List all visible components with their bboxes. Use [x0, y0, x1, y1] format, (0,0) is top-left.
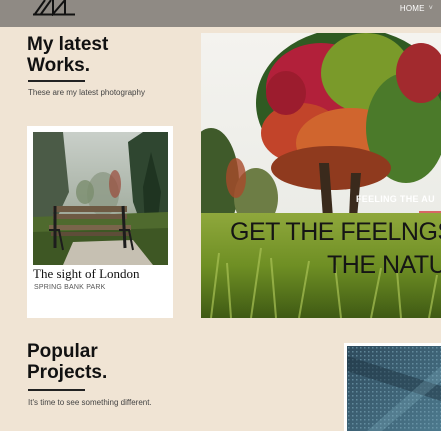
top-navbar: HOME ˅ [0, 0, 441, 27]
park-bench-photo[interactable] [33, 132, 168, 265]
latest-divider [28, 80, 85, 82]
hero-banner[interactable]: FEELING THE AU GET THE FEELNGS O THE NAT… [201, 33, 441, 318]
hero-headline-line1: GET THE FEELNGS O [230, 218, 441, 246]
latest-works-title: My latest Works. [27, 34, 108, 76]
latest-title-line2: Works. [27, 55, 91, 76]
popular-divider [28, 389, 85, 391]
latest-title-line1: My latest [27, 34, 109, 55]
project-thumbnail[interactable] [344, 343, 441, 431]
latest-subtitle: These are my latest photography [28, 88, 145, 97]
popular-projects-title: Popular Projects. [27, 341, 107, 383]
popular-title-line2: Projects. [27, 362, 108, 383]
nav-home-link[interactable]: HOME [400, 4, 425, 13]
photo-card[interactable]: The sight of London SPRING BANK PARK [27, 126, 173, 318]
chevron-down-icon[interactable]: ˅ [429, 5, 433, 12]
logo[interactable] [33, 0, 77, 16]
popular-title-line1: Popular [27, 341, 98, 362]
hero-kicker: FEELING THE AU [356, 194, 435, 204]
card-subtitle: SPRING BANK PARK [34, 284, 106, 291]
project-photo[interactable] [347, 346, 441, 431]
hero-headline-line2: THE NATU [327, 251, 441, 279]
popular-subtitle: It's time to see something different. [28, 398, 152, 407]
nav-menu: HOME ˅ [400, 4, 433, 13]
card-title[interactable]: The sight of London [33, 266, 140, 282]
